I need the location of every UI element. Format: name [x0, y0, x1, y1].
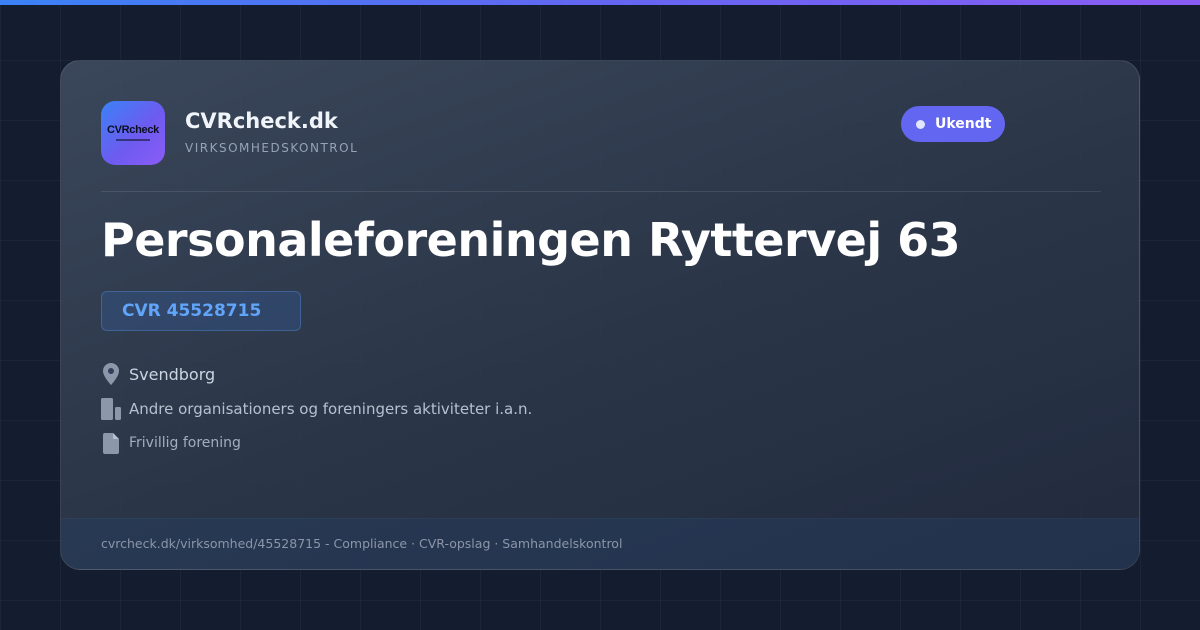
footer-text: cvrcheck.dk/virksomhed/45528715 - Compli…: [101, 536, 623, 551]
logo-text: CVRcheck: [106, 124, 159, 136]
logo-mark: CVRcheck: [107, 125, 159, 141]
cvr-number-badge: CVR 45528715: [101, 291, 301, 331]
status-label: Ukendt: [935, 116, 992, 132]
document-icon: [101, 432, 121, 454]
header-divider: [101, 191, 1101, 192]
location-row: Svendborg: [101, 363, 215, 385]
brand-tagline: VIRKSOMHEDSKONTROL: [185, 141, 359, 155]
building-icon: [101, 398, 121, 420]
brand-name: CVRcheck.dk: [185, 109, 338, 133]
location-text: Svendborg: [129, 364, 216, 384]
company-name: Personaleforeningen Ryttervej 63: [101, 213, 961, 267]
status-dot-icon: [916, 119, 925, 129]
legal-form-text: Frivillig forening: [129, 435, 241, 451]
industry-text: Andre organisationers og foreningers akt…: [129, 400, 533, 418]
company-card: CVRcheck CVRcheck.dk VIRKSOMHEDSKONTROL …: [60, 60, 1140, 570]
footer-bar: cvrcheck.dk/virksomhed/45528715 - Compli…: [61, 518, 1139, 569]
top-accent-bar: [0, 0, 1200, 5]
brand-logo: CVRcheck: [101, 101, 165, 165]
map-pin-icon: [101, 363, 121, 385]
legal-form-row: Frivillig forening: [101, 432, 241, 454]
cvr-number: CVR 45528715: [122, 301, 262, 321]
status-badge: Ukendt: [901, 106, 1005, 142]
industry-row: Andre organisationers og foreningers akt…: [101, 398, 532, 420]
